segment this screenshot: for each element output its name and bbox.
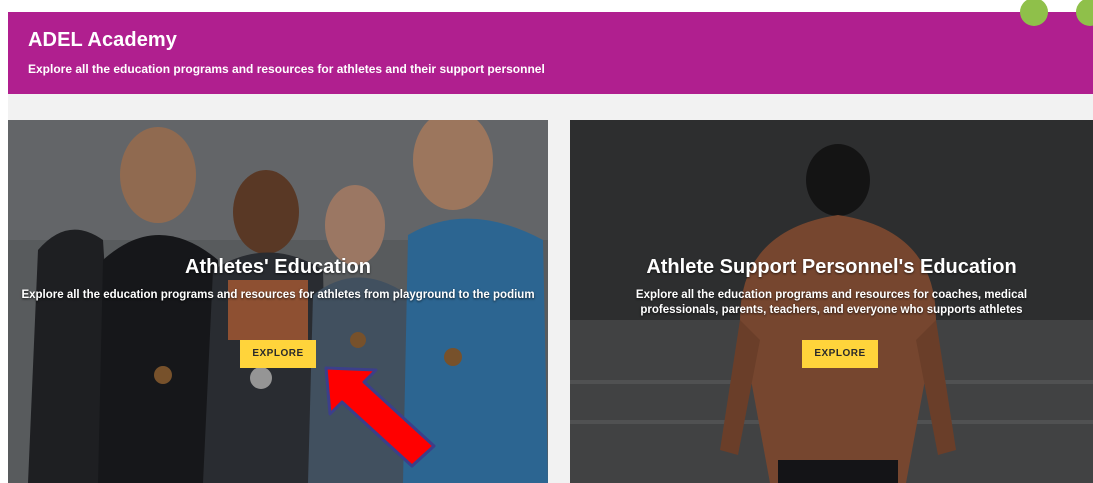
card-description: Explore all the education programs and r… [21, 289, 535, 301]
red-arrow-icon [324, 366, 436, 468]
card-title: Athlete Support Personnel's Education [646, 256, 1017, 278]
card-description: Explore all the education programs and r… [635, 289, 1028, 316]
academy-header: ADEL Academy Explore all the education p… [8, 0, 1093, 94]
athletes-education-card[interactable]: Athletes' Education Explore all the educ… [8, 120, 548, 483]
green-circle-icon [1020, 0, 1048, 26]
page-subtitle: Explore all the education programs and r… [28, 62, 545, 76]
page-title: ADEL Academy [28, 29, 178, 51]
card-title: Athletes' Education [185, 256, 371, 278]
green-circle-icon [1076, 0, 1093, 26]
support-personnel-explore-button[interactable]: EXPLORE [802, 340, 878, 368]
support-personnel-education-card[interactable]: Athlete Support Personnel's Education Ex… [570, 120, 1093, 483]
athletes-explore-button[interactable]: EXPLORE [240, 340, 316, 368]
